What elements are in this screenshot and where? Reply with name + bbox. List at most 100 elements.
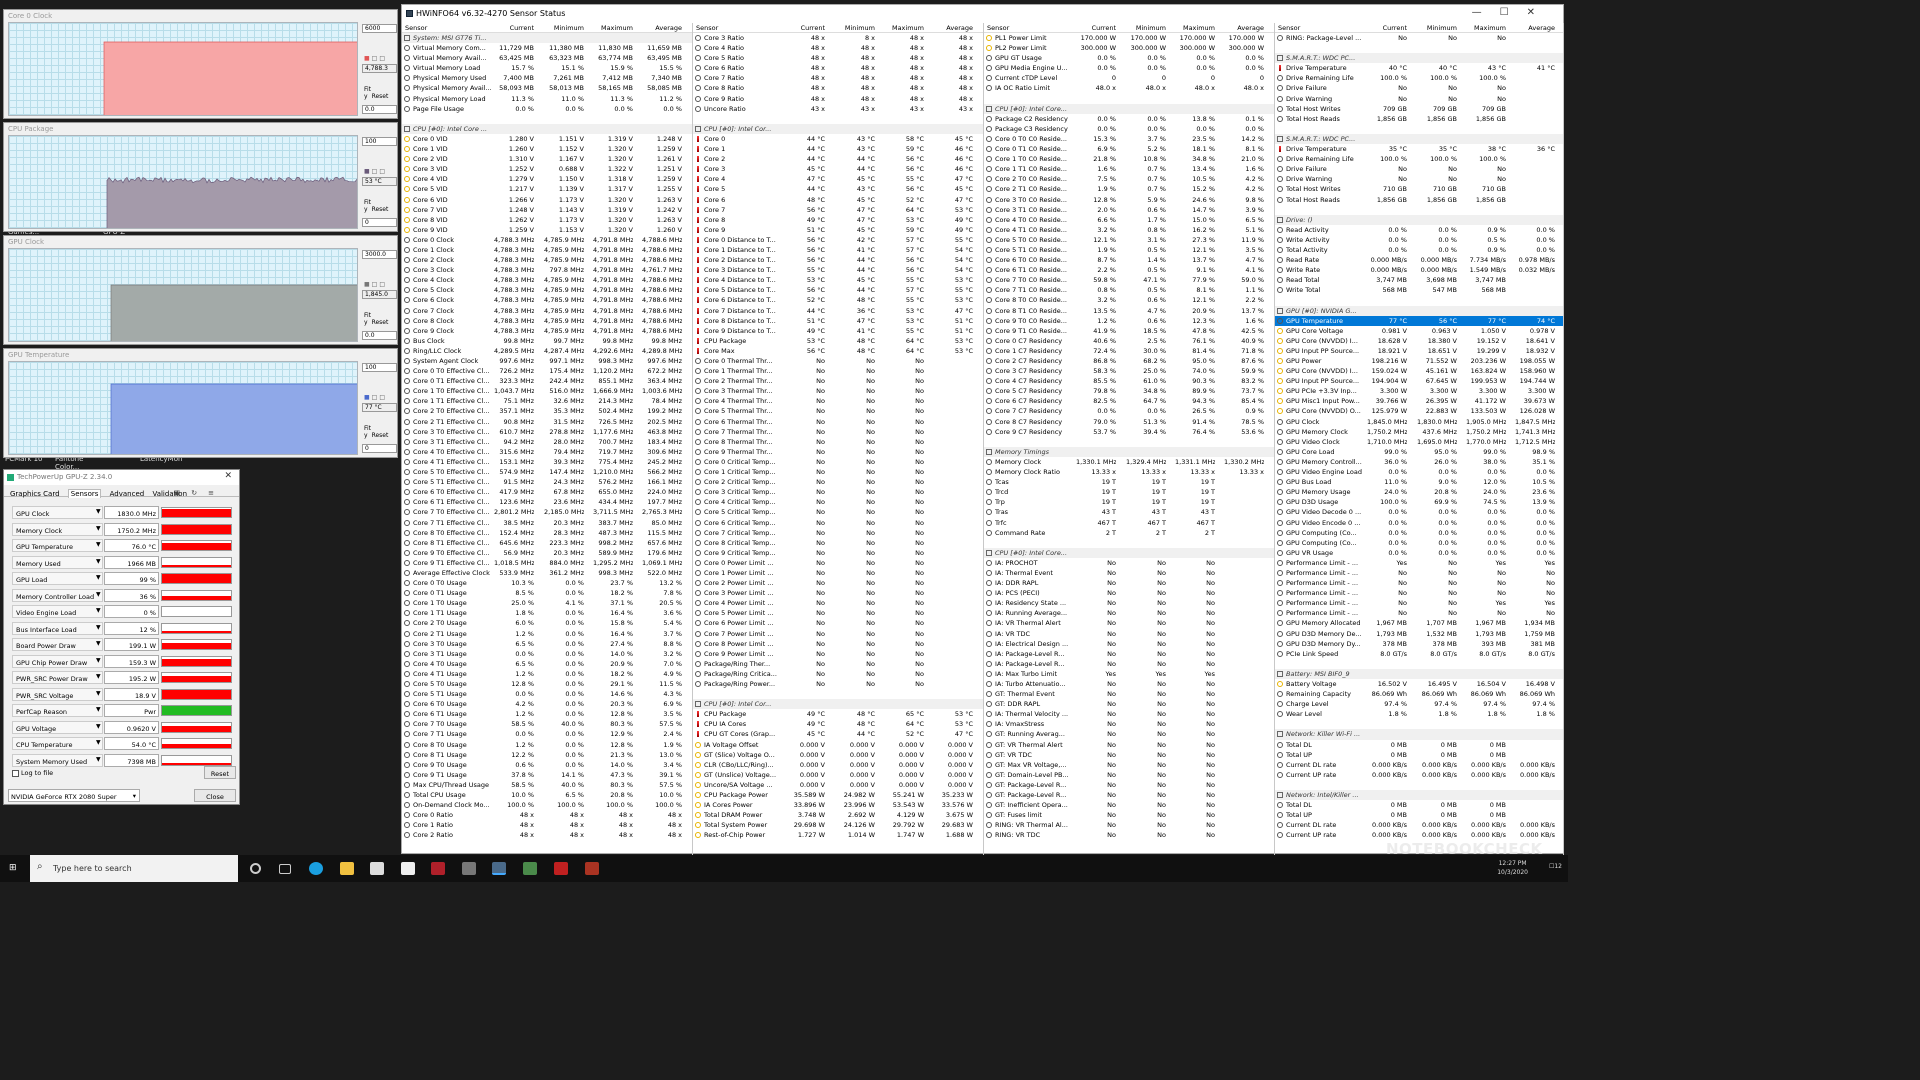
fit-y-button[interactable]: Fit y — [364, 86, 371, 100]
sensor-row[interactable]: System Agent Clock 997.6 MHz 997.1 MHz 998.… — [402, 356, 692, 366]
sensor-row[interactable]: Current UP rate 0.000 KB/s 0.000 KB/s 0.000… — [1275, 770, 1563, 780]
sensor-row[interactable]: Core 6 Power Limit ... No No No — [693, 618, 983, 628]
sensor-row[interactable]: Core 9 T1 Effective Cl... 1,018.5 MHz 884.… — [402, 558, 692, 568]
sensor-row[interactable]: Trp 19 T 19 T 19 T — [984, 497, 1274, 507]
sensor-row[interactable]: Read Total 3,747 MB 3,698 MB 3,747 MB — [1275, 275, 1563, 285]
column-header[interactable]: Sensor — [405, 24, 493, 32]
sensor-row[interactable]: Core 8 T0 Usage 1.2 % 0.0 % 12.8 % 1.9 % — [402, 740, 692, 750]
column-header[interactable]: Current — [1076, 24, 1116, 32]
sensor-row[interactable]: Drive Remaining Life 100.0 % 100.0 % 100.0 … — [1275, 73, 1563, 83]
sensor-row[interactable]: PL1 Power Limit 170.000 W 170.000 W 170.000… — [984, 33, 1274, 43]
sensor-row[interactable]: Core 5 Thermal Thr... No No No — [693, 406, 983, 416]
sensor-row[interactable]: Core 8 VID 1.262 V 1.173 V 1.320 V 1.263 V — [402, 215, 692, 225]
sensor-label[interactable]: GPU Load — [12, 572, 103, 585]
sensor-row[interactable]: Core 8 Power Limit ... No No No — [693, 639, 983, 649]
sensor-row[interactable]: Core 5 Clock 4,788.3 MHz 4,785.9 MHz 4,791.… — [402, 285, 692, 295]
sensor-row[interactable]: RING: VR TDC No No No — [984, 830, 1274, 840]
sensor-row[interactable]: Core 5 Distance to T... 56 °C 44 °C 57 °C 55… — [693, 285, 983, 295]
sensor-group-header[interactable]: CPU [#0]: Intel Cor... — [693, 123, 983, 134]
sensor-row[interactable]: Uncore Ratio 43 x 43 x 43 x 43 x — [693, 104, 983, 114]
sensor-group-header[interactable]: CPU [#0]: Intel Core... — [984, 103, 1274, 114]
sensor-row[interactable]: Package C3 Residency 0.0 % 0.0 % 0.0 % 0.0 % — [984, 124, 1274, 134]
sensor-row[interactable]: GPU Memory Controll... 36.0 % 26.0 % 38.0 %… — [1275, 457, 1563, 467]
sensor-row[interactable]: GT: VR TDC No No No — [984, 750, 1274, 760]
column-header[interactable]: Average — [642, 24, 682, 32]
sensor-row[interactable]: Core 8 49 °C 47 °C 53 °C 49 °C — [693, 215, 983, 225]
sensor-row[interactable]: Core 6 T1 Usage 1.2 % 0.0 % 12.8 % 3.5 % — [402, 709, 692, 719]
column-header[interactable]: Minimum — [1417, 24, 1457, 32]
chevron-down-icon[interactable]: ▼ — [96, 541, 101, 548]
sensor-row[interactable]: Performance Limit - ... No No No No — [1275, 578, 1563, 588]
sensor-label[interactable]: Memory Used — [12, 555, 103, 569]
sensor-row[interactable]: Core 4 Power Limit ... No No No — [693, 598, 983, 608]
sensor-row[interactable]: Current cTDP Level 0 0 0 0 — [984, 73, 1274, 83]
sensor-row[interactable]: Drive Temperature 35 °C 35 °C 38 °C 36 °C — [1275, 144, 1563, 154]
sensor-row[interactable]: Core 1 T1 Effective Cl... 75.1 MHz 32.6 MH… — [402, 396, 692, 406]
sensor-row[interactable]: IA: VmaxStress No No No — [984, 719, 1274, 729]
sensor-row[interactable]: Current DL rate 0.000 KB/s 0.000 KB/s 0.000… — [1275, 820, 1563, 830]
sensor-row[interactable]: GPU Memory Clock 1,750.2 MHz 437.6 MHz 1,75… — [1275, 427, 1563, 437]
sensor-row[interactable]: GT: Package-Level R... No No No — [984, 790, 1274, 800]
sensor-group-header[interactable]: GPU [#0]: NVIDIA G... — [1275, 305, 1563, 316]
sensor-row[interactable]: Core 4 T0 Usage 6.5 % 0.0 % 20.9 % 7.0 % — [402, 659, 692, 669]
sensor-row[interactable]: Core 8 Distance to T... 51 °C 47 °C 53 °C 51… — [693, 316, 983, 326]
sensor-row[interactable]: Core 4 T1 C0 Reside... 3.2 % 0.8 % 16.2 % 5.… — [984, 225, 1274, 235]
sensor-row[interactable]: Core 7 T1 Usage 0.0 % 0.0 % 12.9 % 2.4 % — [402, 729, 692, 739]
sensor-row[interactable]: Core 9 Distance to T... 49 °C 41 °C 55 °C 51… — [693, 326, 983, 336]
sensor-row[interactable]: GPU Clock 1,845.0 MHz 1,830.0 MHz 1,905.0 M… — [1275, 417, 1563, 427]
sensor-row[interactable]: Core 7 56 °C 47 °C 64 °C 53 °C — [693, 205, 983, 215]
sensor-row[interactable]: Core 6 VID 1.266 V 1.173 V 1.320 V 1.263 V — [402, 195, 692, 205]
sensor-row[interactable]: GT: Max VR Voltage,... No No No — [984, 760, 1274, 770]
dragon-center-icon[interactable] — [431, 862, 445, 875]
sensor-row[interactable]: Total Host Reads 1,856 GB 1,856 GB 1,856 GB — [1275, 114, 1563, 124]
sensor-row[interactable]: Core 4 Clock 4,788.3 MHz 4,785.9 MHz 4,791.… — [402, 275, 692, 285]
sensor-row[interactable]: Total DL 0 MB 0 MB 0 MB — [1275, 800, 1563, 810]
sensor-row[interactable]: GPU Input PP Source... 194.904 W 67.645 W1… — [1275, 376, 1563, 386]
sensor-row[interactable]: GPU GT Usage 0.0 % 0.0 % 0.0 % 0.0 % — [984, 53, 1274, 63]
sensor-row[interactable]: GPU Input PP Source... 18.921 V 18.651 V 19… — [1275, 346, 1563, 356]
sensor-row[interactable]: Drive Warning No No No — [1275, 94, 1563, 104]
chevron-down-icon[interactable]: ▼ — [96, 574, 101, 581]
sensor-row[interactable]: Core 3 Critical Temp... No No No — [693, 487, 983, 497]
sensor-row[interactable]: Core 6 Thermal Thr... No No No — [693, 417, 983, 427]
sensor-row[interactable]: Core 8 Thermal Thr... No No No — [693, 437, 983, 447]
gpuz-taskbar-icon[interactable] — [523, 862, 537, 875]
sensor-row[interactable]: Tras 43 T 43 T 43 T — [984, 507, 1274, 517]
sensor-row[interactable]: IA: VR TDC No No No — [984, 629, 1274, 639]
sensor-row[interactable]: Core 2 T0 C0 Reside... 7.5 % 0.7 % 10.5 % 4.… — [984, 174, 1274, 184]
sensor-row[interactable]: Core 9 Critical Temp... No No No — [693, 548, 983, 558]
sensor-row[interactable]: Core 0 Clock 4,788.3 MHz 4,785.9 MHz 4,791.… — [402, 235, 692, 245]
sensor-row[interactable]: RING: VR Thermal Al... No No No — [984, 820, 1274, 830]
sensor-row[interactable]: Performance Limit - ... No No No No — [1275, 608, 1563, 618]
gpuz-titlebar[interactable]: TechPowerUp GPU-Z 2.34.0 ✕ — [4, 470, 239, 485]
sensor-row[interactable]: Trcd 19 T 19 T 19 T — [984, 487, 1274, 497]
sensor-row[interactable]: Core 8 T1 C0 Reside... 13.5 % 4.7 % 20.9 % 1… — [984, 306, 1274, 316]
chevron-down-icon[interactable]: ▼ — [96, 690, 101, 697]
sensor-row[interactable]: Virtual Memory Avail... 63,425 MB 63,323 M… — [402, 53, 692, 63]
sensor-row[interactable]: Core 5 Power Limit ... No No No — [693, 608, 983, 618]
graph-color-controls[interactable]: ■□□ — [364, 168, 387, 175]
graph-max-value[interactable]: 100 — [362, 363, 397, 372]
sensor-row[interactable]: Core 4 T1 Effective Cl... 153.1 MHz 39.3 M… — [402, 457, 692, 467]
sensor-row[interactable]: IA Voltage Offset 0.000 V 0.000 V 0.000 V 0.… — [693, 740, 983, 750]
chevron-down-icon[interactable]: ▼ — [96, 739, 101, 746]
sensor-row[interactable]: Total Host Writes 709 GB 709 GB 709 GB — [1275, 104, 1563, 114]
sensor-row[interactable]: Total Host Writes 710 GB 710 GB 710 GB — [1275, 184, 1563, 194]
graph-min-value[interactable]: 0.0 — [362, 105, 397, 114]
sensor-row[interactable]: Core 6 48 °C 45 °C 52 °C 47 °C — [693, 195, 983, 205]
sensor-graph-window[interactable]: Core 0 Clock60004,788.3 MHz0.0■□□Fit yRe… — [3, 9, 398, 119]
edge-icon[interactable] — [309, 862, 323, 875]
column-header[interactable]: Average — [1515, 24, 1555, 32]
sensor-group-header[interactable]: CPU [#0]: Intel Core... — [984, 547, 1274, 558]
chevron-down-icon[interactable]: ▼ — [96, 673, 101, 680]
sensor-row[interactable]: Core 3 T0 Effective Cl... 610.7 MHz 278.8 … — [402, 427, 692, 437]
graph-max-value[interactable]: 3000.0 — [362, 250, 397, 259]
sensor-label[interactable]: PerfCap Reason — [12, 704, 103, 717]
sensor-row[interactable]: GT (Slice) Voltage O... 0.000 V 0.000 V 0.0… — [693, 750, 983, 760]
column-header[interactable]: Minimum — [544, 24, 584, 32]
fit-y-button[interactable]: Fit y — [364, 199, 371, 213]
sensor-row[interactable]: Core 7 T0 Usage 58.5 % 40.0 % 80.3 % 57.5 % — [402, 719, 692, 729]
sensor-row[interactable]: Core 9 Clock 4,788.3 MHz 4,785.9 MHz 4,791.… — [402, 326, 692, 336]
sensor-row[interactable]: Page File Usage 0.0 % 0.0 % 0.0 % 0.0 % — [402, 104, 692, 114]
column-header[interactable]: Sensor — [1278, 24, 1366, 32]
